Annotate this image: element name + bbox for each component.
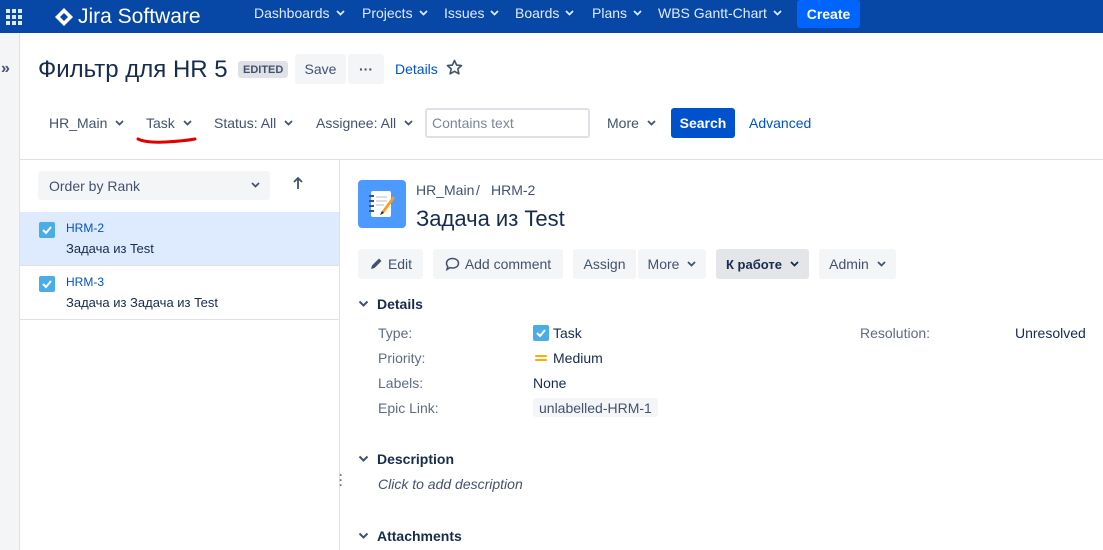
assign-button[interactable]: Assign xyxy=(573,249,636,279)
issue-summary: Задача из Test xyxy=(66,241,154,256)
assignee-filter[interactable]: Assignee: All xyxy=(316,108,413,138)
breadcrumb-separator: / xyxy=(476,182,480,198)
issue-key: HRM-3 xyxy=(66,275,104,289)
chevron-down-icon xyxy=(251,182,260,188)
resize-handle[interactable]: · · · xyxy=(339,469,343,491)
priority-value: Medium xyxy=(533,350,603,366)
breadcrumb-project[interactable]: HR_Main xyxy=(416,182,474,198)
create-button[interactable]: Create xyxy=(797,0,860,28)
list-item[interactable]: HRM-3 Задача из Задача из Test xyxy=(20,266,339,320)
search-button[interactable]: Search xyxy=(671,108,735,138)
issue-title: Задача из Test xyxy=(416,206,565,231)
jira-diamond-icon xyxy=(55,7,73,26)
status-filter[interactable]: Status: All xyxy=(214,108,293,138)
sidebar-collapsed xyxy=(0,33,20,550)
app-switcher-icon[interactable] xyxy=(2,0,26,33)
more-filters[interactable]: More xyxy=(607,108,656,138)
nav-wbs-gantt[interactable]: WBS Gantt-Chart xyxy=(658,5,782,21)
labels-value: None xyxy=(533,375,567,391)
text-search-input[interactable] xyxy=(425,108,590,138)
chevron-down-icon xyxy=(490,10,500,16)
chevron-down-icon xyxy=(404,120,413,126)
chevron-down-icon xyxy=(358,455,369,462)
resolution-label: Resolution: xyxy=(860,325,931,341)
list-item[interactable]: HRM-2 Задача из Test xyxy=(20,212,339,266)
chevron-down-icon xyxy=(633,10,642,16)
resolution-value: Unresolved xyxy=(1015,325,1086,341)
project-avatar-icon xyxy=(358,180,406,228)
divider xyxy=(20,159,1103,160)
description-section-toggle[interactable]: Description xyxy=(358,451,454,467)
order-by-dropdown[interactable]: Order by Rank xyxy=(38,171,270,200)
project-filter[interactable]: HR_Main xyxy=(49,108,124,138)
details-link[interactable]: Details xyxy=(395,61,438,77)
task-type-icon xyxy=(533,325,549,341)
workflow-transition-button[interactable]: К работе xyxy=(716,249,809,279)
chevron-down-icon xyxy=(183,120,192,126)
jira-logo[interactable]: Jira Software xyxy=(54,5,201,29)
attachments-section-toggle[interactable]: Attachments xyxy=(358,528,462,544)
chevron-down-icon xyxy=(418,10,428,16)
comment-icon xyxy=(445,257,460,271)
priority-label: Priority: xyxy=(378,350,426,366)
nav-issues[interactable]: Issues xyxy=(444,5,500,21)
admin-button[interactable]: Admin xyxy=(819,249,896,279)
issue-summary: Задача из Задача из Test xyxy=(66,295,218,310)
red-annotation-underline xyxy=(136,137,197,144)
chevron-down-icon xyxy=(115,120,124,126)
sort-ascending-icon[interactable] xyxy=(292,176,304,190)
save-button[interactable]: Save xyxy=(295,54,346,84)
chevron-down-icon xyxy=(358,300,369,307)
issue-key: HRM-2 xyxy=(66,221,104,235)
nav-dashboards[interactable]: Dashboards xyxy=(254,5,345,21)
epic-link-value[interactable]: unlabelled-HRM-1 xyxy=(533,398,658,417)
chevron-down-icon xyxy=(790,261,799,267)
chevron-down-icon xyxy=(284,120,293,126)
page-title: Фильтр для HR 5 xyxy=(38,56,228,83)
more-actions-button[interactable]: ··· xyxy=(348,54,384,84)
advanced-search-link[interactable]: Advanced xyxy=(749,115,811,131)
chevron-down-icon xyxy=(358,532,369,539)
logo-text: Jira Software xyxy=(78,4,201,28)
star-icon[interactable] xyxy=(446,59,463,76)
chevron-down-icon xyxy=(877,261,886,267)
chevron-down-icon xyxy=(335,10,345,16)
edited-badge: EDITED xyxy=(238,61,289,78)
task-type-icon xyxy=(39,222,55,238)
nav-plans[interactable]: Plans xyxy=(592,5,642,21)
expand-sidebar-icon[interactable]: » xyxy=(1,60,10,78)
chevron-down-icon xyxy=(647,120,656,126)
top-navigation: Jira Software Dashboards Projects Issues… xyxy=(0,0,1103,33)
details-section-toggle[interactable]: Details xyxy=(358,296,423,312)
chevron-down-icon xyxy=(565,10,574,16)
priority-medium-icon xyxy=(535,355,547,361)
labels-label: Labels: xyxy=(378,375,424,391)
chevron-down-icon xyxy=(773,10,782,16)
type-label: Type: xyxy=(378,325,413,341)
epic-link-label: Epic Link: xyxy=(378,400,439,416)
task-type-icon xyxy=(39,276,55,292)
type-value: Task xyxy=(533,325,582,341)
nav-projects[interactable]: Projects xyxy=(362,5,428,21)
add-comment-button[interactable]: Add comment xyxy=(433,249,563,279)
edit-button[interactable]: Edit xyxy=(358,249,423,279)
more-button[interactable]: More xyxy=(638,249,706,279)
nav-boards[interactable]: Boards xyxy=(515,5,574,21)
breadcrumb-issue-key[interactable]: HRM-2 xyxy=(491,182,535,198)
description-placeholder[interactable]: Click to add description xyxy=(378,476,523,492)
pencil-icon xyxy=(370,258,382,269)
chevron-down-icon xyxy=(687,261,697,267)
